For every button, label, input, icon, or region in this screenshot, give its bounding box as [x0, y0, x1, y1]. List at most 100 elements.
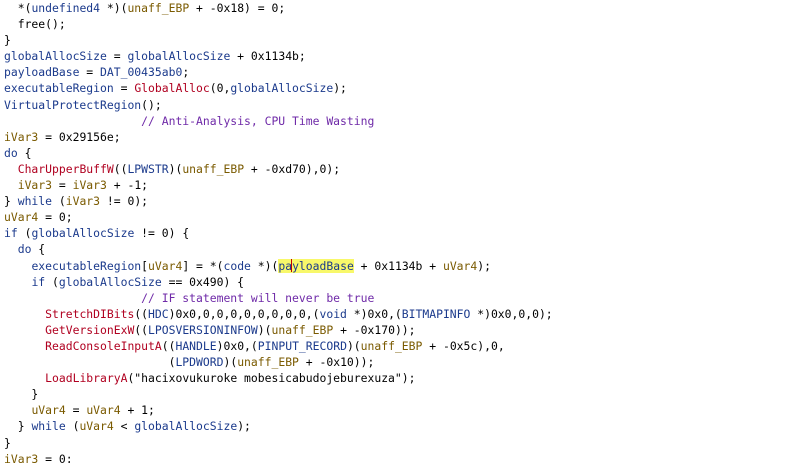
code-line[interactable]: executableRegion[uVar4] = *(code *)(payl…	[0, 258, 789, 274]
variable-token[interactable]: unaff_EBP	[237, 355, 299, 369]
function-token[interactable]: GlobalAlloc	[134, 81, 209, 95]
code-line[interactable]: free();	[0, 16, 789, 32]
variable-token[interactable]: iVar3	[73, 178, 107, 192]
type-token[interactable]: LPWSTR	[127, 162, 168, 176]
code-line[interactable]: *(undefined4 *)(unaff_EBP + -0x18) = 0;	[0, 0, 789, 16]
global-token[interactable]: globalAllocSize	[4, 49, 107, 63]
variable-token[interactable]: iVar3	[4, 452, 38, 463]
variable-token[interactable]: unaff_EBP	[182, 162, 244, 176]
type-token[interactable]: PINPUT_RECORD	[258, 339, 347, 353]
variable-token[interactable]: iVar3	[4, 130, 38, 144]
keyword-token[interactable]: while	[31, 419, 65, 433]
code-token: ;	[182, 65, 190, 80]
variable-token[interactable]: iVar3	[18, 178, 52, 192]
variable-token[interactable]: uVar4	[443, 259, 477, 273]
code-line[interactable]: uVar4 = uVar4 + 1;	[0, 402, 789, 418]
code-line[interactable]: StretchDIBits((HDC)0x0,0,0,0,0,0,0,0,0,(…	[0, 306, 789, 322]
global-token[interactable]: globalAllocSize	[59, 275, 162, 289]
code-line[interactable]: payloadBase = DAT_00435ab0;	[0, 64, 789, 80]
global-token[interactable]: executableRegion	[4, 81, 114, 95]
code-line[interactable]: iVar3 = 0;	[0, 451, 789, 463]
code-token: );	[333, 81, 347, 96]
code-token: *)(	[100, 1, 128, 15]
code-token: ] = *(	[182, 258, 224, 273]
function-token[interactable]: GetVersionExW	[45, 323, 134, 337]
code-line[interactable]: (LPDWORD)(unaff_EBP + -0x10));	[0, 354, 789, 370]
global-token[interactable]: globalAllocSize	[127, 49, 230, 63]
variable-token[interactable]: uVar4	[4, 210, 38, 224]
type-token[interactable]: LPOSVERSIONINFOW	[148, 323, 258, 337]
code-token: )(	[223, 355, 238, 370]
code-line[interactable]: }	[0, 32, 789, 48]
function-token[interactable]: StretchDIBits	[45, 307, 134, 321]
code-line[interactable]: }	[0, 435, 789, 451]
variable-token[interactable]: unaff_EBP	[271, 323, 333, 337]
code-line[interactable]: do {	[0, 145, 789, 161]
global-token[interactable]: executableRegion	[31, 259, 141, 273]
keyword-token[interactable]: do	[18, 242, 32, 256]
code-line[interactable]: VirtualProtectRegion();	[0, 97, 789, 113]
global-token[interactable]: VirtualProtectRegion	[4, 98, 141, 112]
code-line[interactable]: executableRegion = GlobalAlloc(0,globalA…	[0, 80, 789, 96]
code-line[interactable]: if (globalAllocSize != 0) {	[0, 225, 789, 241]
global-token[interactable]: globalAllocSize	[31, 226, 134, 240]
code-line[interactable]: do {	[0, 241, 789, 257]
decompiler-code-view[interactable]: *(undefined4 *)(unaff_EBP + -0x18) = 0; …	[0, 0, 789, 463]
global-token[interactable]: globalAllocSize	[134, 419, 237, 433]
code-line[interactable]: LoadLibraryA("hacixovukuroke mobesicabud…	[0, 370, 789, 386]
code-line[interactable]: // Anti-Analysis, CPU Time Wasting	[0, 113, 789, 129]
variable-token[interactable]: uVar4	[86, 403, 120, 417]
code-line[interactable]: }	[0, 386, 789, 402]
function-token[interactable]: CharUpperBuffW	[18, 162, 114, 176]
global-token[interactable]: DAT_00435ab0	[100, 65, 182, 79]
code-line[interactable]: } while (iVar3 != 0);	[0, 193, 789, 209]
function-token[interactable]: ReadConsoleInputA	[45, 339, 162, 353]
code-line[interactable]: if (globalAllocSize == 0x490) {	[0, 274, 789, 290]
code-line[interactable]: globalAllocSize = globalAllocSize + 0x11…	[0, 48, 789, 64]
code-token: }	[4, 33, 11, 48]
code-line[interactable]: CharUpperBuffW((LPWSTR)(unaff_EBP + -0xd…	[0, 161, 789, 177]
variable-token[interactable]: uVar4	[148, 259, 182, 273]
code-token: );	[477, 258, 491, 273]
type-token[interactable]: HANDLE	[175, 339, 216, 353]
type-token[interactable]: undefined4	[31, 1, 100, 15]
global-token[interactable]: payloadBase	[4, 65, 79, 79]
variable-token[interactable]: uVar4	[31, 403, 65, 417]
type-token[interactable]: HDC	[148, 307, 169, 321]
highlighted-token[interactable]: pa	[278, 258, 293, 273]
keyword-token[interactable]: while	[18, 194, 52, 208]
code-line[interactable]: // IF statement will never be true	[0, 290, 789, 306]
type-token[interactable]: LPDWORD	[175, 355, 223, 369]
highlighted-token[interactable]: yloadBase	[292, 258, 354, 273]
code-token: =	[113, 81, 135, 96]
type-token[interactable]: BITMAPINFO	[402, 307, 471, 321]
keyword-token[interactable]: if	[31, 275, 45, 289]
variable-token[interactable]: iVar3	[66, 194, 100, 208]
type-token[interactable]: void	[319, 307, 346, 321]
variable-token[interactable]: unaff_EBP	[361, 339, 423, 353]
code-line[interactable]: iVar3 = iVar3 + -1;	[0, 177, 789, 193]
code-token: =	[65, 403, 87, 418]
keyword-token[interactable]: do	[4, 146, 18, 160]
code-line[interactable]: } while (uVar4 < globalAllocSize);	[0, 418, 789, 434]
code-token: ("hacixovukuroke mobesicabudojeburexuza"…	[127, 371, 416, 386]
code-line[interactable]: uVar4 = 0;	[0, 209, 789, 225]
variable-token[interactable]: unaff_EBP	[127, 1, 189, 15]
variable-token[interactable]: uVar4	[79, 419, 113, 433]
code-token: ((	[134, 322, 149, 337]
global-token[interactable]: globalAllocSize	[230, 81, 333, 95]
code-token: ();	[45, 17, 66, 32]
type-token[interactable]: code	[223, 259, 250, 273]
code-line[interactable]: ReadConsoleInputA((HANDLE)0x0,(PINPUT_RE…	[0, 338, 789, 354]
code-line[interactable]: iVar3 = 0x29156e;	[0, 129, 789, 145]
code-token: ((	[134, 306, 149, 321]
function-token[interactable]: LoadLibraryA	[45, 371, 127, 385]
code-line[interactable]: GetVersionExW((LPOSVERSIONINFOW)(unaff_E…	[0, 322, 789, 338]
keyword-token[interactable]: if	[4, 226, 18, 240]
